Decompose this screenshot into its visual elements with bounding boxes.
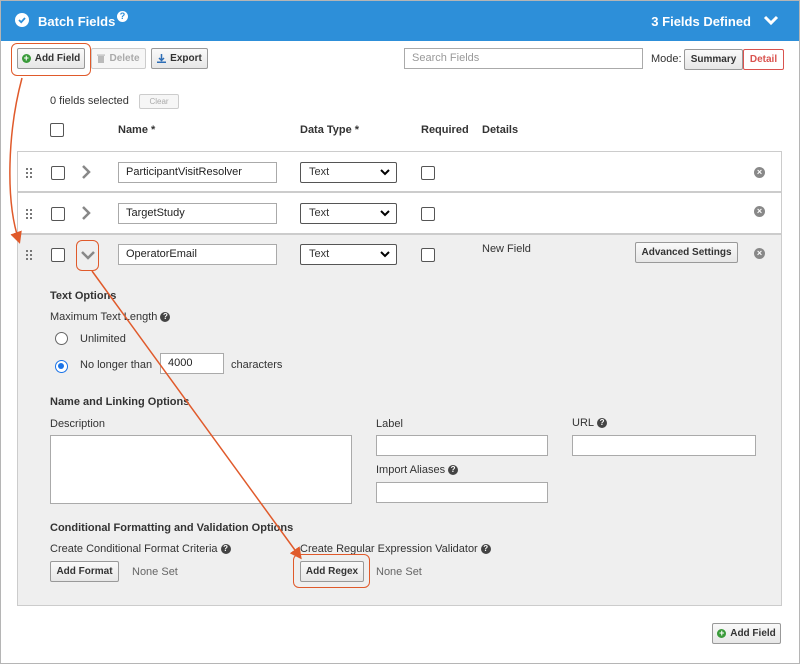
collapse-chevron-icon[interactable]	[763, 15, 779, 29]
help-icon[interactable]: ?	[597, 418, 608, 428]
delete-button[interactable]: Delete	[91, 48, 146, 69]
callout-expand	[76, 240, 99, 271]
search-placeholder: Search Fields	[412, 52, 480, 64]
dropdown-caret-icon	[380, 169, 390, 176]
row-checkbox[interactable]	[51, 166, 65, 180]
fields-count: 3 Fields Defined	[651, 14, 751, 29]
panel-title: Batch Fields	[38, 14, 116, 29]
conditional-title: Conditional Formatting and Validation Op…	[50, 522, 294, 534]
check-circle-icon	[15, 13, 29, 27]
delete-label: Delete	[109, 53, 140, 64]
row-checkbox[interactable]	[51, 248, 65, 262]
field-row: TargetStudy Text ×	[17, 192, 782, 234]
callout-add-field	[11, 43, 91, 76]
characters-label: characters	[231, 359, 283, 371]
no-longer-than-label: No longer than	[80, 359, 153, 371]
data-type-select[interactable]: Text	[300, 162, 397, 183]
field-name-input[interactable]: TargetStudy	[118, 203, 277, 224]
select-all-checkbox[interactable]	[50, 123, 64, 137]
drag-handle-icon[interactable]	[26, 250, 34, 260]
regex-none-set: None Set	[376, 566, 422, 578]
add-format-button[interactable]: Add Format	[50, 561, 119, 582]
max-length-label: Maximum Text Length?	[50, 311, 171, 323]
advanced-settings-button[interactable]: Advanced Settings	[635, 242, 738, 263]
help-icon[interactable]: ?	[160, 312, 171, 322]
help-icon[interactable]: ?	[117, 11, 128, 22]
url-input[interactable]	[572, 435, 756, 456]
import-aliases-label: Import Aliases?	[376, 464, 459, 476]
mode-detail-button[interactable]: Detail	[743, 49, 784, 70]
drag-handle-icon[interactable]	[26, 209, 34, 219]
data-type-select[interactable]: Text	[300, 244, 397, 265]
col-data-type: Data Type *	[300, 124, 360, 136]
col-details: Details	[482, 124, 519, 136]
dropdown-caret-icon	[380, 210, 390, 217]
unlimited-radio[interactable]	[55, 332, 68, 345]
export-label: Export	[170, 53, 202, 64]
footer-add-field-button[interactable]: + Add Field	[712, 623, 781, 644]
trash-icon	[97, 54, 106, 63]
unlimited-label: Unlimited	[80, 333, 126, 345]
data-type-value: Text	[309, 248, 330, 260]
row-checkbox[interactable]	[51, 207, 65, 221]
expand-chevron-icon[interactable]	[81, 165, 91, 179]
field-name-input[interactable]: ParticipantVisitResolver	[118, 162, 277, 183]
required-checkbox[interactable]	[421, 248, 435, 262]
footer-add-field-label: Add Field	[730, 628, 776, 639]
import-aliases-input[interactable]	[376, 482, 548, 503]
drag-handle-icon[interactable]	[26, 168, 34, 178]
data-type-value: Text	[309, 207, 330, 219]
col-name: Name *	[118, 124, 156, 136]
remove-field-icon[interactable]: ×	[754, 167, 765, 178]
field-details: New Field	[482, 243, 531, 255]
data-type-value: Text	[309, 166, 330, 178]
help-icon[interactable]: ?	[220, 544, 231, 554]
search-fields-input[interactable]: Search Fields	[404, 48, 643, 69]
format-criteria-label: Create Conditional Format Criteria?	[50, 543, 231, 555]
mode-label: Mode:	[651, 53, 682, 65]
clear-button[interactable]: Clear	[139, 94, 179, 109]
remove-field-icon[interactable]: ×	[754, 248, 765, 259]
export-button[interactable]: Export	[151, 48, 208, 69]
expand-chevron-icon[interactable]	[81, 206, 91, 220]
field-name-input[interactable]: OperatorEmail	[118, 244, 277, 265]
mode-summary-button[interactable]: Summary	[684, 49, 743, 70]
no-longer-than-radio[interactable]	[55, 360, 68, 373]
max-length-input[interactable]: 4000	[160, 353, 224, 374]
dropdown-caret-icon	[380, 251, 390, 258]
callout-add-regex	[293, 554, 370, 588]
data-type-select[interactable]: Text	[300, 203, 397, 224]
help-icon[interactable]: ?	[480, 544, 491, 554]
panel-header[interactable]: Batch Fields ? 3 Fields Defined	[1, 1, 799, 41]
label-label: Label	[376, 418, 403, 430]
col-required: Required	[421, 124, 469, 136]
help-icon[interactable]: ?	[448, 465, 459, 475]
description-textarea[interactable]	[50, 435, 352, 504]
url-label: URL?	[572, 417, 608, 429]
text-options-title: Text Options	[50, 290, 117, 302]
description-label: Description	[50, 418, 106, 430]
required-checkbox[interactable]	[421, 207, 435, 221]
naming-title: Name and Linking Options	[50, 396, 190, 408]
remove-field-icon[interactable]: ×	[754, 206, 765, 217]
selected-count: 0 fields selected	[50, 95, 129, 107]
required-checkbox[interactable]	[421, 166, 435, 180]
format-none-set: None Set	[132, 566, 178, 578]
field-row-expanded: OperatorEmail Text New Field Advanced Se…	[17, 234, 782, 606]
plus-circle-icon: +	[717, 628, 727, 638]
download-icon	[157, 54, 167, 63]
field-row: ParticipantVisitResolver Text ×	[17, 151, 782, 192]
label-input[interactable]	[376, 435, 548, 456]
